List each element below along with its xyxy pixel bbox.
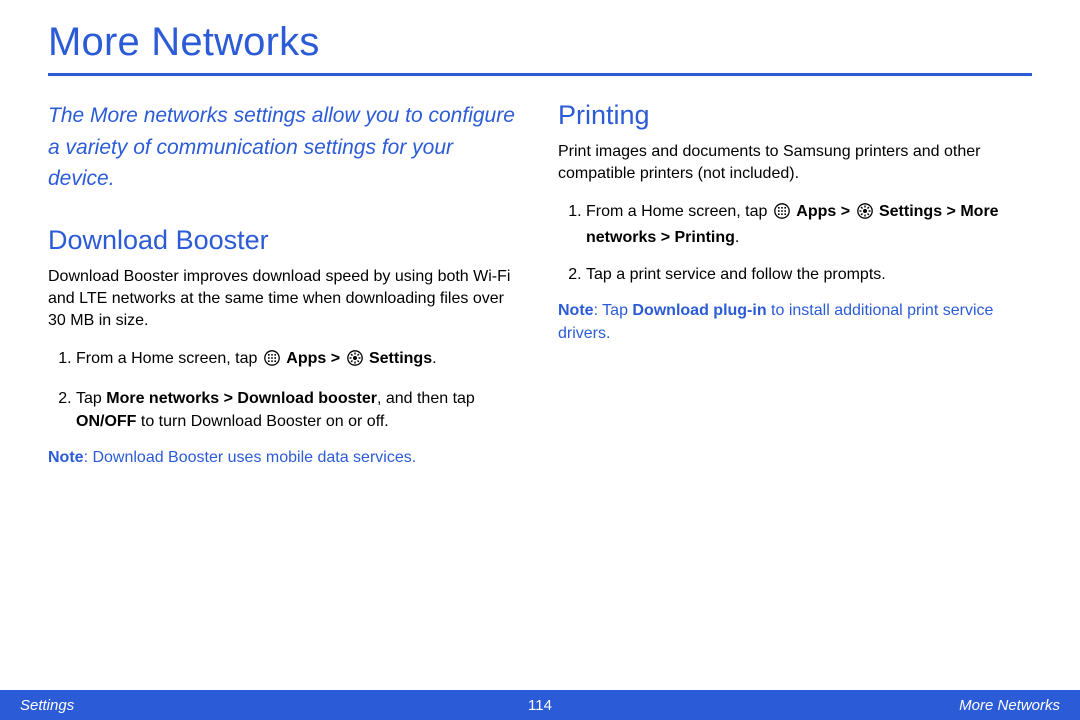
section-title-printing: Printing bbox=[558, 100, 1032, 131]
step-text: Tap a print service and follow the promp… bbox=[586, 266, 886, 283]
note-label: Note bbox=[558, 302, 594, 319]
section-title-download-booster: Download Booster bbox=[48, 225, 522, 256]
apps-grid-icon bbox=[264, 350, 280, 373]
page-title: More Networks bbox=[48, 20, 1032, 76]
page-footer: Settings 114 More Networks bbox=[0, 690, 1080, 720]
step-bold: Apps > bbox=[796, 203, 854, 220]
step-text: From a Home screen, tap bbox=[586, 203, 772, 220]
step-bold: Settings bbox=[369, 350, 432, 367]
apps-grid-icon bbox=[774, 203, 790, 226]
right-column: Printing Print images and documents to S… bbox=[558, 100, 1032, 470]
step-text: . bbox=[735, 229, 739, 246]
step-item: Tap a print service and follow the promp… bbox=[586, 263, 1032, 286]
step-item: From a Home screen, tap Apps > Settings. bbox=[76, 347, 522, 373]
footer-left: Settings bbox=[20, 697, 74, 714]
settings-gear-icon bbox=[347, 350, 363, 373]
step-text: , and then tap bbox=[377, 390, 475, 407]
step-bold: ON/OFF bbox=[76, 413, 136, 430]
step-item: From a Home screen, tap Apps > Settings … bbox=[586, 200, 1032, 249]
footer-right: More Networks bbox=[959, 697, 1060, 714]
note-bold: Download plug-in bbox=[632, 302, 766, 319]
download-booster-note: Note: Download Booster uses mobile data … bbox=[48, 447, 522, 469]
left-column: The More networks settings allow you to … bbox=[48, 100, 522, 470]
step-text: From a Home screen, tap bbox=[76, 350, 262, 367]
note-label: Note bbox=[48, 449, 84, 466]
note-text: : Download Booster uses mobile data serv… bbox=[84, 449, 417, 466]
download-booster-steps: From a Home screen, tap Apps > Settings.… bbox=[48, 347, 522, 434]
step-text: to turn Download Booster on or off. bbox=[136, 413, 388, 430]
content-columns: The More networks settings allow you to … bbox=[48, 100, 1032, 470]
download-booster-description: Download Booster improves download speed… bbox=[48, 266, 522, 333]
printing-description: Print images and documents to Samsung pr… bbox=[558, 141, 1032, 186]
printing-note: Note: Tap Download plug-in to install ad… bbox=[558, 300, 1032, 345]
step-text: Tap bbox=[76, 390, 106, 407]
footer-page-number: 114 bbox=[528, 697, 552, 714]
step-bold: Apps > bbox=[286, 350, 344, 367]
note-text: : Tap bbox=[594, 302, 633, 319]
settings-gear-icon bbox=[857, 203, 873, 226]
printing-steps: From a Home screen, tap Apps > Settings … bbox=[558, 200, 1032, 287]
step-text: . bbox=[432, 350, 436, 367]
intro-text: The More networks settings allow you to … bbox=[48, 100, 522, 195]
document-page: More Networks The More networks settings… bbox=[0, 0, 1080, 720]
step-item: Tap More networks > Download booster, an… bbox=[76, 387, 522, 433]
step-bold: More networks > Download booster bbox=[106, 390, 377, 407]
